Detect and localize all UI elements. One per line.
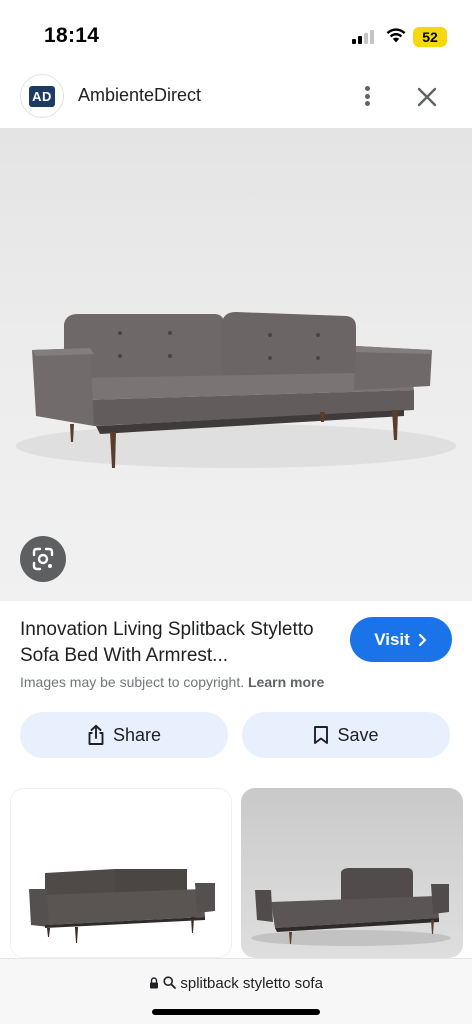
product-image[interactable]	[0, 128, 472, 601]
share-label: Share	[112, 724, 162, 745]
site-header: AD AmbienteDirect	[0, 72, 472, 128]
result-title[interactable]: Innovation Living Splitback Styletto Sof…	[20, 617, 338, 669]
search-query: splitback styletto sofa	[180, 975, 323, 992]
related-sofa-illustration-1	[29, 869, 215, 943]
lens-button[interactable]	[20, 536, 66, 582]
learn-more-link[interactable]: Learn more	[248, 674, 324, 690]
save-label: Save	[337, 724, 379, 745]
status-time: 18:14	[44, 24, 100, 47]
url-display[interactable]: splitback styletto sofa	[0, 975, 472, 992]
google-lens-icon	[32, 547, 54, 571]
search-icon	[163, 976, 177, 989]
site-logo[interactable]: AD	[20, 74, 64, 118]
share-icon	[88, 724, 104, 745]
home-indicator	[152, 1009, 320, 1015]
share-button[interactable]: Share	[20, 712, 228, 758]
signal-icon	[352, 30, 376, 44]
related-image-1[interactable]	[10, 788, 232, 958]
copyright-text: Images may be subject to copyright.	[20, 674, 245, 690]
url-bar[interactable]: splitback styletto sofa	[0, 958, 472, 1024]
related-image-2[interactable]	[241, 788, 463, 958]
wifi-icon	[386, 28, 406, 43]
close-icon[interactable]	[414, 84, 440, 110]
status-bar: 18:14 52	[0, 0, 472, 72]
site-name[interactable]: AmbienteDirect	[78, 85, 201, 106]
visit-label: Visit	[374, 629, 410, 649]
lock-icon	[150, 977, 159, 989]
bookmark-icon	[314, 726, 329, 744]
chevron-right-icon	[418, 633, 426, 646]
more-vert-icon[interactable]	[356, 82, 378, 110]
related-sofa-illustration-2	[251, 868, 451, 946]
sofa-illustration	[16, 312, 456, 468]
copyright-notice: Images may be subject to copyright. Lear…	[20, 674, 324, 690]
site-logo-mark: AD	[29, 86, 55, 107]
visit-button[interactable]: Visit	[350, 617, 452, 662]
save-button[interactable]: Save	[242, 712, 450, 758]
battery-icon: 52	[413, 27, 447, 47]
